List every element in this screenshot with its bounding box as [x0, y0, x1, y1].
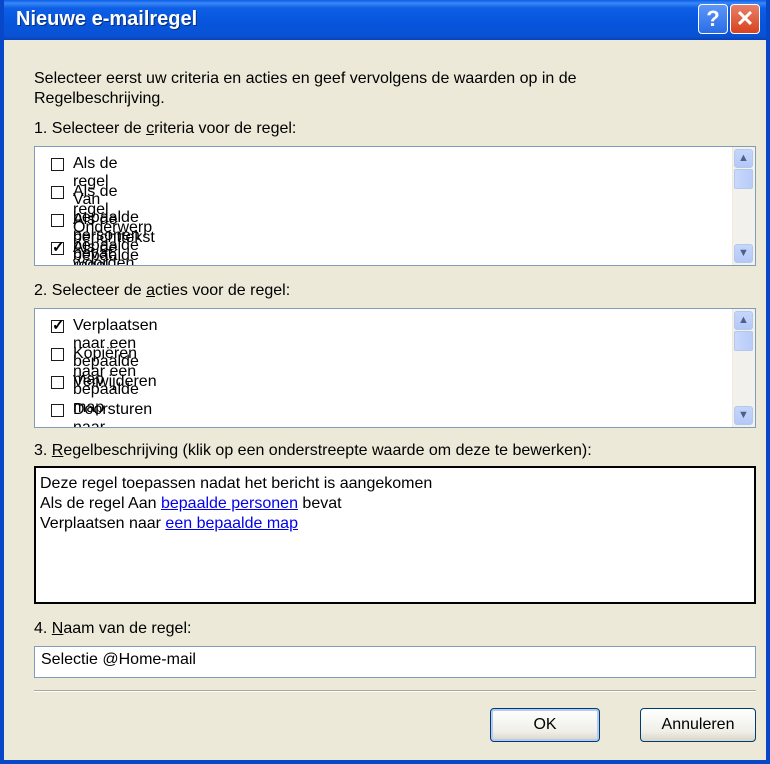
scroll-down-arrow-icon[interactable]: ▼ — [734, 244, 753, 263]
rule-name-input[interactable]: Selectie @Home-mail — [34, 646, 756, 678]
checkbox[interactable] — [51, 214, 64, 227]
intro-text-line1: Selecteer eerst uw criteria en acties en… — [34, 70, 577, 87]
checkbox[interactable] — [51, 404, 64, 417]
actions-label: 2. Selecteer de acties voor de regel: — [34, 282, 291, 299]
checkbox-checked[interactable] — [51, 238, 65, 256]
ok-button[interactable]: OK — [490, 708, 600, 742]
checkbox[interactable] — [51, 376, 64, 389]
scroll-down-arrow-icon[interactable]: ▼ — [734, 406, 753, 425]
actions-scrollbar[interactable]: ▲ ▼ — [732, 309, 755, 427]
checkbox[interactable] — [51, 158, 64, 171]
scroll-thumb[interactable] — [734, 331, 753, 351]
rule-description-label: 3. Regelbeschrijving (klik op een onders… — [34, 442, 592, 459]
description-line: Verplaatsen naar een bepaalde map — [40, 515, 298, 532]
rule-description-box: Deze regel toepassen nadat het bericht i… — [34, 466, 756, 604]
scroll-thumb[interactable] — [734, 169, 753, 189]
criteria-scrollbar[interactable]: ▲ ▼ — [732, 147, 755, 265]
rule-name-label: 4. Naam van de regel: — [34, 620, 192, 637]
window-title: Nieuwe e-mailregel — [16, 8, 198, 30]
description-line: Deze regel toepassen nadat het bericht i… — [40, 475, 433, 492]
scroll-up-arrow-icon[interactable]: ▲ — [734, 149, 753, 168]
criteria-list[interactable]: Als de regel Van bepaalde personen bevat… — [34, 146, 756, 266]
folder-link[interactable]: een bepaalde map — [165, 515, 298, 532]
people-link[interactable]: bepaalde personen — [161, 495, 298, 512]
help-button[interactable]: ? — [698, 4, 728, 34]
checkbox[interactable] — [51, 348, 64, 361]
actions-list[interactable]: Verplaatsen naar een bepaalde map Kopiër… — [34, 308, 756, 428]
cancel-button[interactable]: Annuleren — [640, 708, 756, 742]
checkbox[interactable] — [51, 186, 64, 199]
separator — [34, 690, 756, 692]
criteria-label: 1. Selecteer de criteria voor de regel: — [34, 120, 297, 137]
intro-text-line2: Regelbeschrijving. — [34, 90, 165, 107]
dialog-window: Nieuwe e-mailregel ? ✕ Selecteer eerst u… — [0, 0, 770, 764]
checkbox-checked[interactable] — [51, 316, 65, 334]
title-bar[interactable]: Nieuwe e-mailregel ? ✕ — [4, 0, 766, 40]
description-line: Als de regel Aan bepaalde personen bevat — [40, 495, 342, 512]
scroll-up-arrow-icon[interactable]: ▲ — [734, 311, 753, 330]
close-button[interactable]: ✕ — [730, 4, 760, 34]
